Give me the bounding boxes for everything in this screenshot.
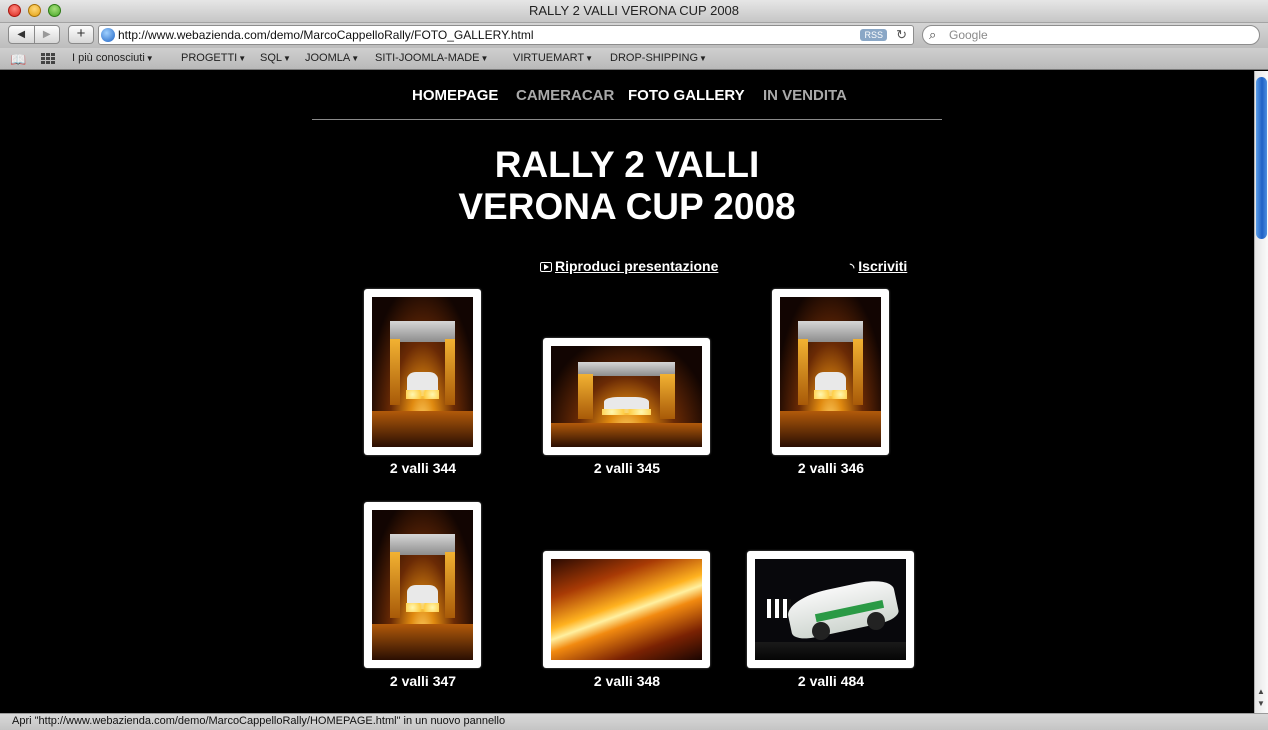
window-title: RALLY 2 VALLI VERONA CUP 2008: [528, 3, 740, 18]
rally-photo: [551, 346, 702, 447]
thumbnail-caption[interactable]: 2 valli 346: [751, 460, 911, 476]
rally-photo: [780, 297, 881, 447]
search-input[interactable]: [949, 27, 1249, 43]
bookmark-label: SQL: [260, 52, 283, 64]
bookmark-folder[interactable]: VIRTUEMART▼: [513, 52, 593, 64]
scroll-up-icon[interactable]: ▲: [1257, 687, 1265, 696]
search-field[interactable]: ⌕: [922, 25, 1260, 45]
forward-button[interactable]: ▶: [33, 26, 60, 43]
top-sites-grid-icon[interactable]: [41, 53, 55, 64]
web-page: HOMEPAGE CAMERACAR FOTO GALLERY IN VENDI…: [0, 71, 1254, 713]
light-streak-photo: [551, 559, 702, 660]
chevron-down-icon: ▼: [585, 54, 594, 63]
nav-homepage-link[interactable]: HOMEPAGE: [412, 87, 498, 104]
nav-cameracar-link[interactable]: CAMERACAR: [516, 87, 614, 104]
chevron-down-icon: ▼: [699, 54, 707, 63]
bookmark-folder[interactable]: I più conosciuti▼: [72, 52, 154, 64]
play-icon: [540, 262, 552, 272]
rally-photo: [372, 297, 473, 447]
bookmark-label: SITI-JOOMLA-MADE: [375, 52, 480, 64]
chevron-down-icon: ▼: [480, 54, 489, 63]
gallery-thumbnail[interactable]: [747, 551, 914, 668]
bookmark-folder[interactable]: DROP-SHIPPING▼: [610, 52, 707, 64]
gallery-thumbnail[interactable]: [543, 338, 710, 455]
scrollbar-thumb[interactable]: [1256, 77, 1267, 239]
window-titlebar: RALLY 2 VALLI VERONA CUP 2008: [0, 0, 1268, 23]
bookmark-label: JOOMLA: [305, 52, 351, 64]
status-bar: Apri "http://www.webazienda.com/demo/Mar…: [0, 713, 1268, 730]
back-button[interactable]: ◀: [9, 26, 34, 43]
chevron-down-icon: ▼: [145, 54, 154, 63]
nav-divider: [312, 119, 942, 120]
vertical-scrollbar[interactable]: ▲ ▼: [1254, 71, 1268, 713]
chevron-down-icon: ▼: [238, 54, 247, 63]
rally-photo: [372, 510, 473, 660]
bookmark-folder[interactable]: SQL▼: [260, 52, 291, 64]
gallery-thumbnail[interactable]: [772, 289, 889, 455]
chevron-down-icon: ▼: [351, 54, 360, 63]
bookmark-label: PROGETTI: [181, 52, 238, 64]
scroll-down-icon[interactable]: ▼: [1257, 699, 1265, 708]
page-title-line: RALLY 2 VALLI: [494, 144, 760, 185]
bookmark-folder[interactable]: PROGETTI▼: [181, 52, 246, 64]
gallery-thumbnail[interactable]: [364, 289, 481, 455]
add-bookmark-button[interactable]: +: [68, 25, 94, 44]
thumbnail-caption[interactable]: 2 valli 484: [751, 673, 911, 689]
rally-car-photo: [755, 559, 906, 660]
nav-foto-gallery-link[interactable]: FOTO GALLERY: [628, 87, 745, 104]
chevron-down-icon: ▼: [283, 54, 291, 63]
globe-icon: [101, 28, 115, 42]
gallery-thumbnail[interactable]: [364, 502, 481, 668]
url-text[interactable]: http://www.webazienda.com/demo/MarcoCapp…: [118, 28, 534, 42]
slideshow-link[interactable]: Riproduci presentazione: [540, 258, 718, 274]
feed-icon: ◝: [850, 262, 855, 274]
bookmark-label: DROP-SHIPPING: [610, 52, 699, 64]
history-nav: ◀ ▶: [8, 25, 60, 44]
thumbnail-caption[interactable]: 2 valli 347: [343, 673, 503, 689]
status-text: Apri "http://www.webazienda.com/demo/Mar…: [12, 715, 506, 727]
page-title: RALLY 2 VALLI VERONA CUP 2008: [312, 144, 942, 228]
bookmarks-bar: 📖 I più conosciuti▼ PROGETTI▼ SQL▼ JOOML…: [0, 48, 1268, 70]
thumbnail-caption[interactable]: 2 valli 348: [547, 673, 707, 689]
thumbnail-caption[interactable]: 2 valli 344: [343, 460, 503, 476]
bookmark-label: VIRTUEMART: [513, 52, 585, 64]
bookmark-folder[interactable]: JOOMLA▼: [305, 52, 359, 64]
rss-badge[interactable]: RSS: [860, 29, 887, 41]
reload-icon[interactable]: ↻: [896, 27, 907, 43]
search-icon: ⌕: [929, 27, 937, 42]
bookmark-label: I più conosciuti: [72, 52, 145, 64]
thumbnail-caption[interactable]: 2 valli 345: [547, 460, 707, 476]
subscribe-link[interactable]: ◝ Iscriviti: [850, 258, 907, 274]
slideshow-label: Riproduci presentazione: [555, 258, 719, 274]
book-icon[interactable]: 📖: [10, 52, 26, 68]
browser-toolbar: ◀ ▶ + http://www.webazienda.com/demo/Mar…: [0, 23, 1268, 48]
subscribe-label: Iscriviti: [858, 258, 908, 274]
address-bar[interactable]: http://www.webazienda.com/demo/MarcoCapp…: [98, 25, 914, 45]
page-title-line: VERONA CUP 2008: [458, 186, 796, 227]
nav-in-vendita-link[interactable]: IN VENDITA: [763, 87, 847, 104]
gallery-thumbnail[interactable]: [543, 551, 710, 668]
bookmark-folder[interactable]: SITI-JOOMLA-MADE▼: [375, 52, 488, 64]
